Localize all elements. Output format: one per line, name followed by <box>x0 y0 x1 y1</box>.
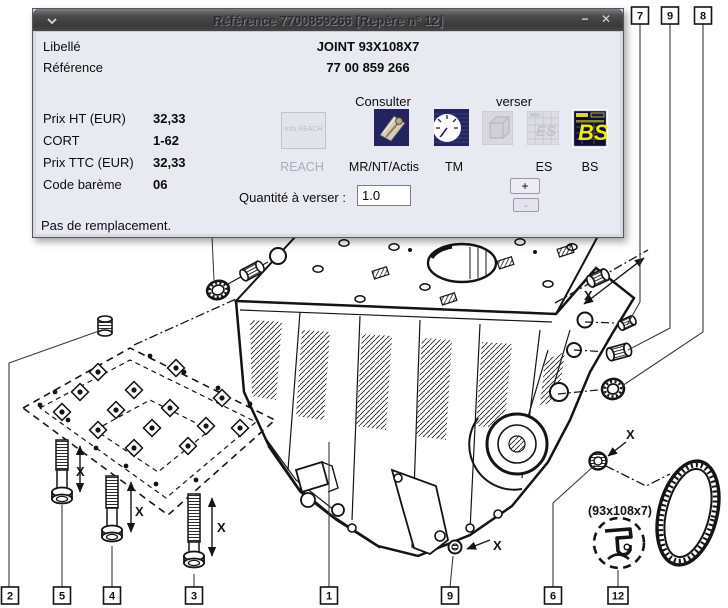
bs-button[interactable]: BS <box>572 109 608 151</box>
tm-button[interactable] <box>434 109 469 149</box>
quantity-input[interactable] <box>357 185 411 206</box>
callout-1[interactable]: 1 <box>321 587 338 604</box>
prix-ht-value: 32,33 <box>153 111 186 126</box>
dialog-titlebar[interactable]: Référence 7700859266 [Repère n° 12] − ✕ <box>33 9 623 32</box>
callout-5[interactable]: 5 <box>54 587 71 604</box>
tm-label: TM <box>414 160 494 174</box>
consulter-header: Consulter <box>333 94 433 109</box>
svg-text:BS: BS <box>578 120 608 145</box>
baffle-plate-drawing <box>23 299 275 568</box>
svg-text:X: X <box>135 504 144 519</box>
bs-yellow-icon: BS <box>572 109 608 148</box>
svg-text:5: 5 <box>59 591 65 603</box>
mrnt-actis-button[interactable] <box>374 109 409 149</box>
callout-3[interactable]: 3 <box>186 587 203 604</box>
gauge-icon <box>434 109 469 146</box>
prix-ttc-label: Prix TTC (EUR) <box>43 155 134 170</box>
reach-button: Info REACH <box>281 112 326 149</box>
svg-text:X: X <box>76 464 85 479</box>
svg-text:X: X <box>626 427 635 442</box>
bs-label: BS <box>550 160 630 174</box>
code-bareme-value: 06 <box>153 177 167 192</box>
quantity-label: Quantité à verser : <box>196 190 346 205</box>
callout-7[interactable]: 7 <box>632 7 649 24</box>
svg-text:12: 12 <box>612 591 624 603</box>
svg-text:4: 4 <box>109 591 116 603</box>
close-button[interactable]: ✕ <box>598 11 614 28</box>
callout-9-bottom[interactable]: 9 <box>442 587 459 604</box>
callout-8[interactable]: 8 <box>695 7 712 24</box>
prix-ttc-value: 32,33 <box>153 155 186 170</box>
verser-header: verser <box>464 94 564 109</box>
svg-text:X: X <box>217 520 226 535</box>
svg-text:2: 2 <box>7 591 13 603</box>
bolt-2-drawing <box>102 476 131 542</box>
reference-label: Référence <box>43 60 103 75</box>
svg-text:3: 3 <box>191 591 197 603</box>
svg-text:1: 1 <box>326 591 332 603</box>
faded-es-icon: ES <box>527 111 559 145</box>
callout-2[interactable]: 2 <box>2 587 19 604</box>
faded-cube-icon <box>482 111 513 145</box>
svg-text:X: X <box>584 288 593 303</box>
libelle-label: Libellé <box>43 39 81 54</box>
callout-6[interactable]: 6 <box>545 587 562 604</box>
prix-ht-label: Prix HT (EUR) <box>43 111 126 126</box>
dialog-body: Libellé JOINT 93X108X7 Référence 77 00 8… <box>33 31 623 237</box>
verser-disabled-button <box>482 111 513 148</box>
svg-text:6: 6 <box>550 591 556 603</box>
svg-text:9: 9 <box>447 591 453 603</box>
es-button: ES <box>527 111 559 148</box>
nut-symbols <box>54 360 249 457</box>
svg-text:ES: ES <box>536 123 556 140</box>
callout-12[interactable]: 12 <box>608 587 628 604</box>
quantity-plus-button[interactable]: + <box>510 178 540 194</box>
libelle-value: JOINT 93X108X7 <box>223 39 513 54</box>
replacement-status-text: Pas de remplacement. <box>41 218 171 233</box>
stud-part-drawing <box>98 316 112 336</box>
cort-label: CORT <box>43 133 80 148</box>
manual-book-icon <box>374 109 409 146</box>
svg-text:7: 7 <box>637 11 643 23</box>
svg-text:X: X <box>493 538 502 553</box>
seal-dimensions-caption: (93x108x7) <box>588 504 652 518</box>
reference-value: 77 00 859 266 <box>223 60 513 75</box>
quantity-minus-button[interactable]: - <box>513 198 539 212</box>
callout-4[interactable]: 4 <box>104 587 121 604</box>
svg-text:9: 9 <box>667 11 673 23</box>
cort-value: 1-62 <box>153 133 179 148</box>
minimize-button[interactable]: − <box>577 11 593 28</box>
svg-text:8: 8 <box>700 11 706 23</box>
dialog-title: Référence 7700859266 [Repère n° 12] <box>33 13 623 28</box>
bolt-3-drawing <box>184 494 212 568</box>
code-bareme-label: Code barème <box>43 177 122 192</box>
callout-9-top[interactable]: 9 <box>662 7 679 24</box>
part-reference-dialog: Référence 7700859266 [Repère n° 12] − ✕ … <box>32 8 624 238</box>
